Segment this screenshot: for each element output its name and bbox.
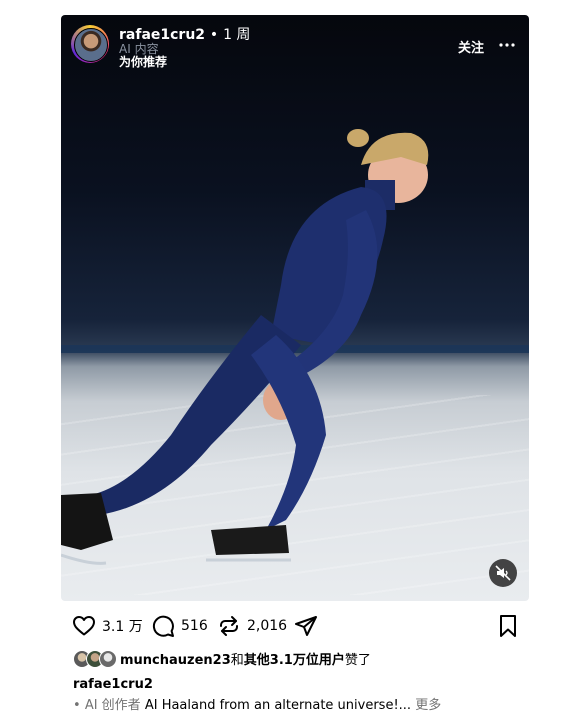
post-video[interactable]: rafae1cru2 • 1 周 AI 内容 为你推荐 关注 <box>61 15 529 601</box>
caption-text: • AI 创作者 AI Haaland from an alternate un… <box>73 694 441 713</box>
caption-username[interactable]: rafae1cru2 <box>73 677 153 692</box>
liked-by-text: munchauzen23和其他3.1万位用户赞了 <box>120 649 371 668</box>
liker-username[interactable]: munchauzen23 <box>120 653 231 668</box>
speaker-muted-icon <box>495 565 511 581</box>
recommendation-label: 为你推荐 <box>119 55 168 69</box>
more-horizontal-icon[interactable] <box>498 37 516 53</box>
bookmark-icon[interactable] <box>496 614 520 638</box>
caption-body: AI Haaland from an alternate universe!..… <box>144 698 412 713</box>
follow-button[interactable]: 关注 <box>458 37 484 56</box>
repost-icon <box>220 616 238 636</box>
action-bar: 3.1 万 516 2,016 <box>61 606 529 646</box>
liker-avatars <box>73 649 117 668</box>
repost-button[interactable]: 2,016 <box>217 614 287 638</box>
like-button[interactable]: 3.1 万 <box>72 614 143 638</box>
mute-button[interactable] <box>489 559 517 587</box>
comment-count: 516 <box>181 618 208 634</box>
comment-bubble-icon <box>152 615 174 637</box>
send-icon[interactable] <box>294 614 318 638</box>
repost-count: 2,016 <box>247 618 288 634</box>
post-header: rafae1cru2 • 1 周 AI 内容 为你推荐 关注 <box>61 15 529 85</box>
post-time: 1 周 <box>223 27 251 43</box>
like-count: 3.1 万 <box>102 619 143 635</box>
heart-icon <box>73 616 95 636</box>
caption-bullet: • <box>73 698 81 713</box>
post-separator: • <box>209 27 219 43</box>
liker-avatar <box>99 650 117 668</box>
caption-more-link[interactable]: 更多 <box>415 698 441 713</box>
liked-by-connector: 和 <box>230 652 244 668</box>
skater-figure <box>61 129 429 565</box>
author-avatar[interactable] <box>71 25 109 63</box>
liked-by-suffix: 赞了 <box>344 652 371 668</box>
ai-creator-label: AI 创作者 <box>84 698 141 713</box>
liked-by-row[interactable]: munchauzen23和其他3.1万位用户赞了 <box>73 648 371 668</box>
liked-by-others[interactable]: 其他3.1万位用户 <box>244 653 345 668</box>
comment-button[interactable]: 516 <box>151 614 208 638</box>
